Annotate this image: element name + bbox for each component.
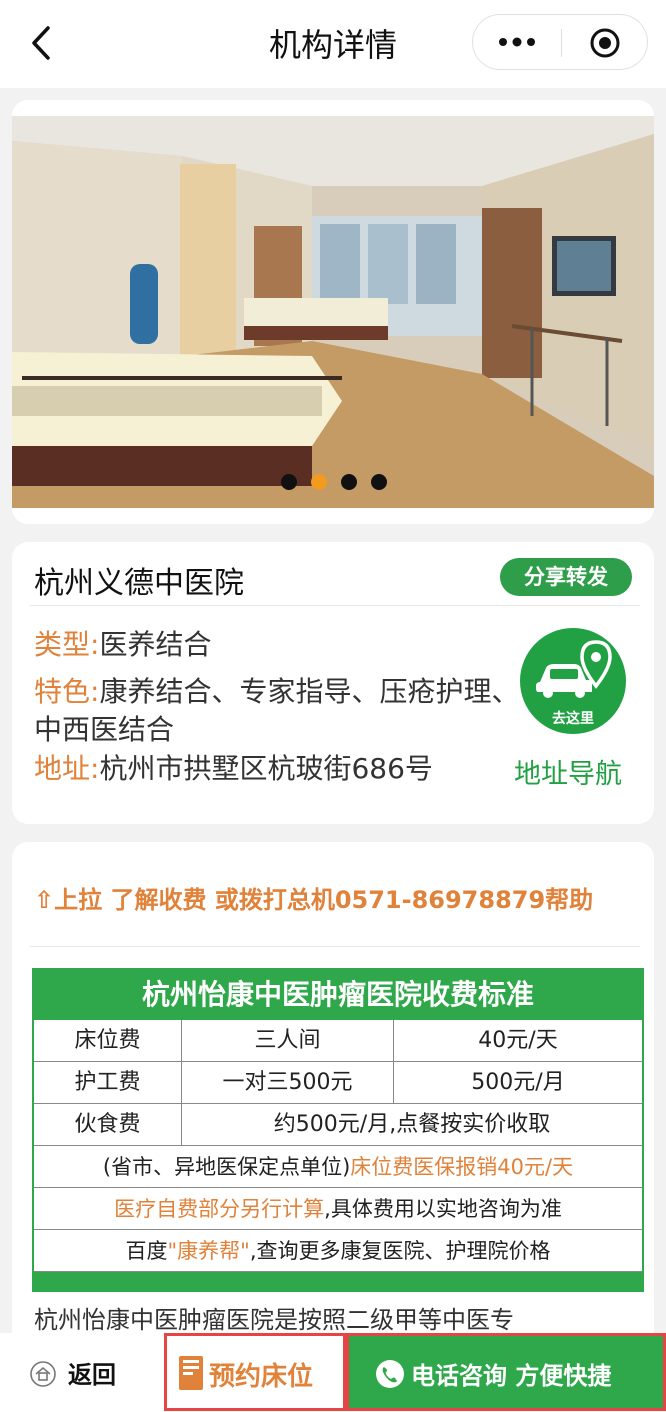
- mini-program-capsule: [472, 14, 648, 70]
- fee-table-title: 杭州怡康中医肿瘤医院收费标准: [34, 970, 642, 1020]
- note-text: ,具体费用以实地咨询为准: [324, 1197, 562, 1221]
- table-cell: 40元/天: [394, 1020, 642, 1062]
- home-icon: [30, 1361, 56, 1387]
- pagination-dot-active[interactable]: [311, 474, 327, 490]
- go-here-label: 去这里: [552, 711, 594, 727]
- table-cell: 伙食费: [34, 1104, 182, 1146]
- divider: [30, 605, 640, 606]
- table-cell: 三人间: [182, 1020, 394, 1062]
- divider: [30, 946, 640, 947]
- table-note-insurance: (省市、异地医保定点单位)床位费医保报销40元/天: [34, 1146, 642, 1188]
- table-cell: 护工费: [34, 1062, 182, 1104]
- table-note-baidu: 百度"康养帮",查询更多康复医院、护理院价格: [34, 1230, 642, 1272]
- phone-consult-label: 电话咨询 方便快捷: [411, 1362, 612, 1390]
- address-navigation-link[interactable]: 地址导航: [514, 752, 622, 791]
- feature-value: 康养结合、专家指导、压疮护理、中西医结合: [34, 675, 520, 746]
- return-button[interactable]: 返回: [30, 1353, 140, 1393]
- note-highlight: 医疗自费部分另行计算: [114, 1197, 325, 1221]
- pull-up-hint[interactable]: ⇧上拉 了解收费 或拨打总机0571-86978879帮助: [34, 880, 593, 915]
- type-line: 类型:医养结合: [34, 626, 211, 664]
- table-cell: 约500元/月,点餐按实价收取: [182, 1104, 642, 1146]
- feature-line: 特色:康养结合、专家指导、压疮护理、中西医结合: [34, 673, 522, 749]
- car-location-icon: [536, 640, 612, 698]
- phone-consult-button[interactable]: 电话咨询 方便快捷: [346, 1333, 666, 1411]
- fee-card: ⇧上拉 了解收费 或拨打总机0571-86978879帮助 杭州怡康中医肿瘤医院…: [12, 842, 654, 1412]
- note-highlight: "康养帮": [167, 1239, 250, 1263]
- institution-name: 杭州义德中医院: [34, 566, 244, 601]
- fee-standard-table: 杭州怡康中医肿瘤医院收费标准 床位费 三人间 40元/天 护工费 一对三500元…: [32, 968, 644, 1292]
- banner-pagination: [281, 474, 391, 490]
- table-cell: 床位费: [34, 1020, 182, 1062]
- note-highlight: 床位费医保报销40元/天: [350, 1155, 574, 1179]
- note-text: ,查询更多康复医院、护理院价格: [249, 1239, 551, 1263]
- navigation-bar: 机构详情: [0, 0, 666, 88]
- more-icon[interactable]: [497, 32, 537, 52]
- feature-label: 特色:: [34, 675, 100, 708]
- address-line: 地址:杭州市拱墅区杭玻街686号: [34, 750, 433, 788]
- table-cell: 一对三500元: [182, 1062, 394, 1104]
- pagination-dot[interactable]: [371, 474, 387, 490]
- institution-info-card: 杭州义德中医院 分享转发 类型:医养结合 特色:康养结合、专家指导、压疮护理、中…: [12, 542, 654, 824]
- return-label: 返回: [68, 1361, 116, 1389]
- book-bed-label: 预约床位: [209, 1362, 314, 1392]
- ward-room-photo[interactable]: [12, 116, 654, 508]
- book-bed-button[interactable]: 预约床位: [164, 1333, 346, 1411]
- capsule-divider: [561, 29, 562, 57]
- pagination-dot[interactable]: [341, 474, 357, 490]
- type-label: 类型:: [34, 628, 100, 661]
- table-cell: 500元/月: [394, 1062, 642, 1104]
- phone-icon: [376, 1360, 404, 1388]
- share-button[interactable]: 分享转发: [500, 558, 632, 596]
- fee-table-footer: [34, 1272, 642, 1290]
- pagination-dot[interactable]: [281, 474, 297, 490]
- address-label: 地址:: [34, 752, 100, 785]
- bottom-action-bar: 返回 预约床位 电话咨询 方便快捷: [0, 1333, 666, 1412]
- go-here-button[interactable]: 去这里: [520, 628, 626, 734]
- document-icon: [179, 1356, 203, 1390]
- close-miniprogram-icon[interactable]: [589, 27, 621, 59]
- institution-description: 杭州怡康中医肿瘤医院是按照二级甲等中医专: [34, 1306, 514, 1334]
- address-value: 杭州市拱墅区杭玻街686号: [99, 752, 433, 785]
- note-text: (省市、异地医保定点单位): [102, 1155, 351, 1179]
- note-text: 百度: [125, 1239, 168, 1263]
- type-value: 医养结合: [99, 628, 212, 661]
- table-note-selfpay: 医疗自费部分另行计算,具体费用以实地咨询为准: [34, 1188, 642, 1230]
